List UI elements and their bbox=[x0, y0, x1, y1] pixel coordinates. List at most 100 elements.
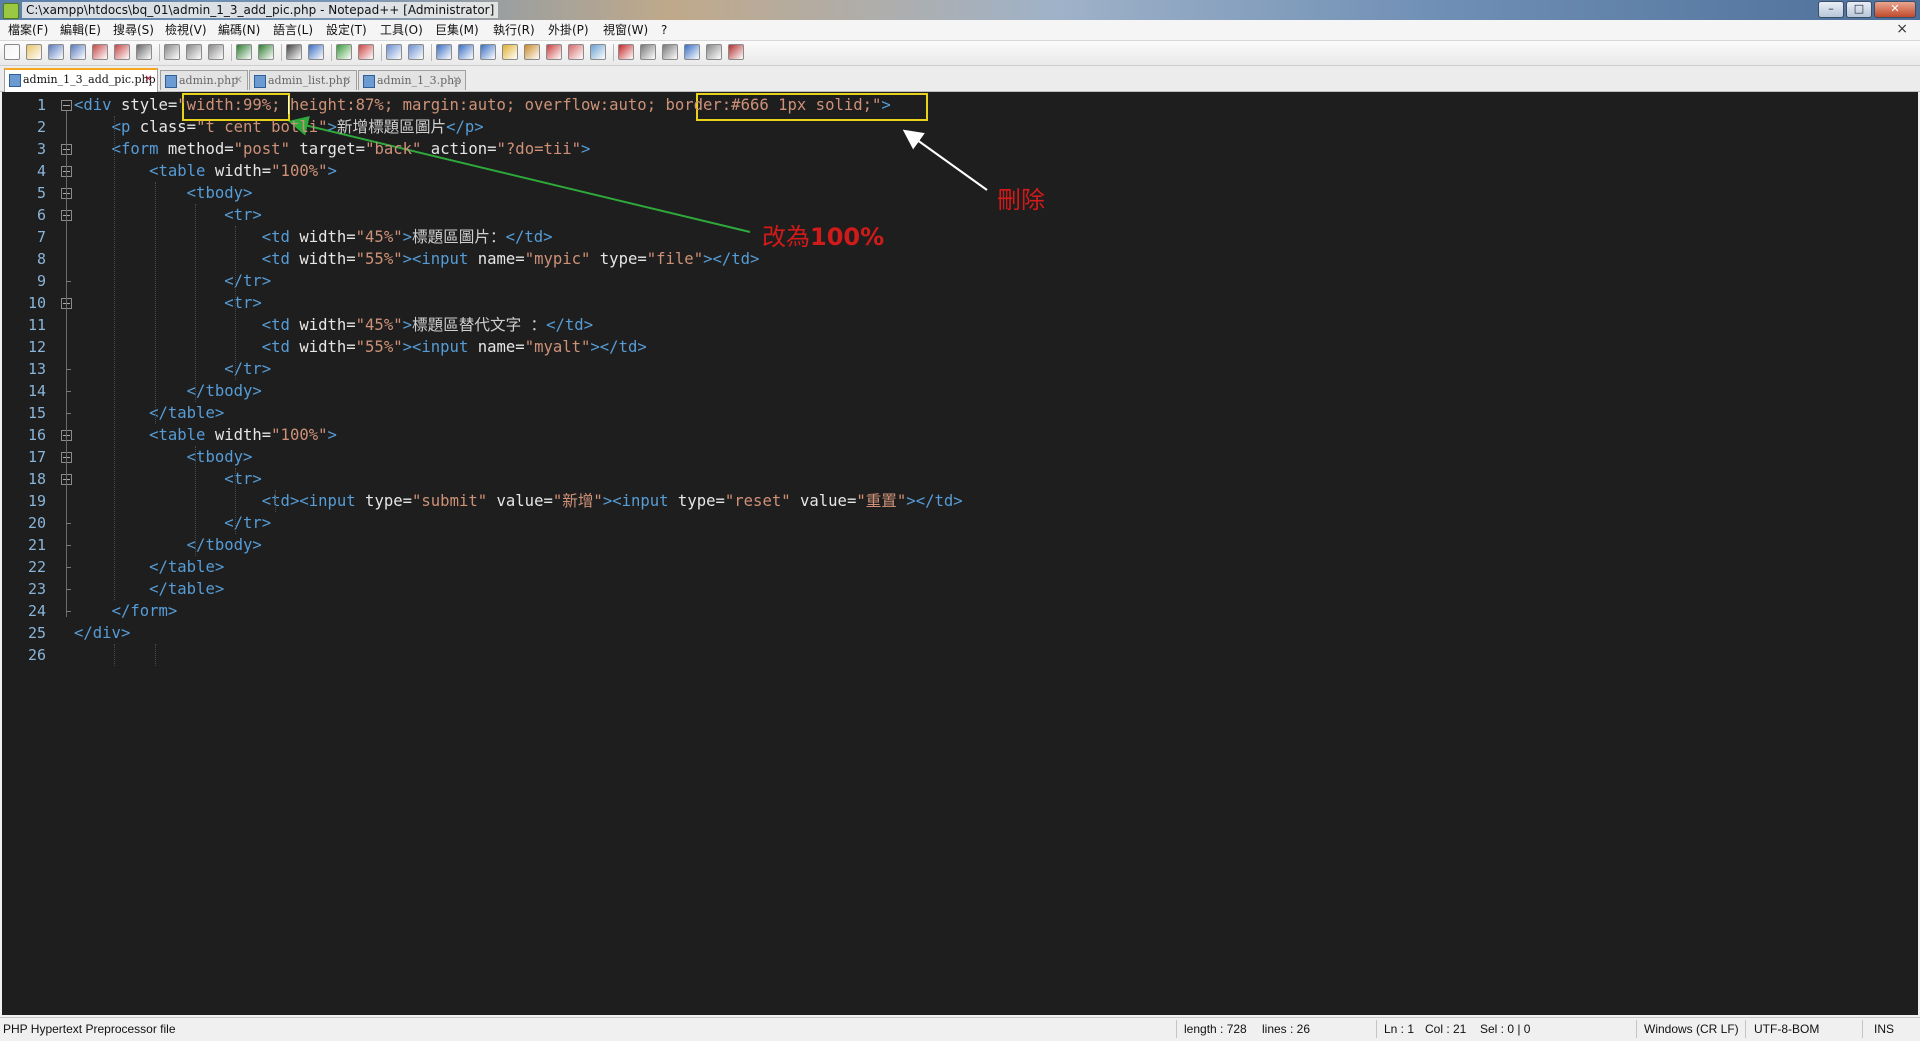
close-icon[interactable] bbox=[92, 44, 108, 60]
code-editor[interactable]: 刪除 改為100% 1 <div style="width:99%; height… bbox=[2, 92, 1918, 1015]
code-line[interactable]: <td width="45%">標題區圖片：</td> bbox=[74, 226, 553, 248]
code-line[interactable]: <p class="t cent botli">新增標題區圖片</p> bbox=[74, 116, 484, 138]
run-macro-multiple-icon[interactable] bbox=[684, 44, 700, 60]
tab-admin-1-3-add-pic[interactable]: admin_1_3_add_pic.php ✕ bbox=[4, 68, 158, 92]
code-line[interactable]: <td width="55%"><input name="mypic" type… bbox=[74, 248, 760, 270]
code-line[interactable]: <tbody> bbox=[74, 182, 253, 204]
paste-icon[interactable] bbox=[208, 44, 224, 60]
code-line[interactable]: <td width="45%">標題區替代文字 ：</td> bbox=[74, 314, 593, 336]
code-line[interactable]: </tr> bbox=[74, 512, 271, 534]
spellcheck-icon[interactable] bbox=[728, 44, 744, 60]
annotation-delete: 刪除 bbox=[997, 186, 1045, 214]
indent-guide bbox=[235, 226, 236, 380]
close-all-icon[interactable] bbox=[114, 44, 130, 60]
indent-guide bbox=[235, 468, 236, 534]
redo-icon[interactable] bbox=[258, 44, 274, 60]
code-line[interactable]: <td width="55%"><input name="myalt"></td… bbox=[74, 336, 647, 358]
show-all-chars-icon[interactable] bbox=[458, 44, 474, 60]
status-eol: Windows (CR LF) bbox=[1644, 1022, 1739, 1036]
code-line[interactable]: <tr> bbox=[74, 468, 262, 490]
play-macro-icon[interactable] bbox=[662, 44, 678, 60]
menu-bar: 檔案(F) 編輯(E) 搜尋(S) 檢視(V) 編碼(N) 語言(L) 設定(T… bbox=[0, 20, 1920, 41]
line-number: 19 bbox=[27, 492, 46, 510]
stop-macro-icon[interactable] bbox=[640, 44, 656, 60]
code-line[interactable]: </tbody> bbox=[74, 380, 262, 402]
indent-guide bbox=[114, 116, 115, 600]
close-document-icon[interactable]: × bbox=[1896, 21, 1908, 37]
doc-map-icon[interactable] bbox=[524, 44, 540, 60]
code-line[interactable]: </table> bbox=[74, 578, 224, 600]
fold-toggle-icon[interactable] bbox=[61, 100, 72, 111]
folder-as-workspace-icon[interactable] bbox=[568, 44, 584, 60]
menu-help[interactable]: ? bbox=[658, 22, 670, 38]
code-line[interactable]: </tbody> bbox=[74, 534, 262, 556]
sync-h-icon[interactable] bbox=[408, 44, 424, 60]
print-icon[interactable] bbox=[136, 44, 152, 60]
menu-file[interactable]: 檔案(F) bbox=[5, 22, 51, 38]
code-line[interactable]: <tr> bbox=[74, 204, 262, 226]
code-line[interactable]: </div> bbox=[74, 622, 130, 644]
replace-icon[interactable] bbox=[308, 44, 324, 60]
code-line[interactable]: </tr> bbox=[74, 358, 271, 380]
code-line[interactable]: <td><input type="submit" value="新增"><inp… bbox=[74, 490, 963, 512]
menu-search[interactable]: 搜尋(S) bbox=[110, 22, 157, 38]
monitor-icon[interactable] bbox=[590, 44, 606, 60]
copy-icon[interactable] bbox=[186, 44, 202, 60]
save-icon[interactable] bbox=[48, 44, 64, 60]
tab-close-icon[interactable]: ✕ bbox=[233, 75, 244, 86]
udl-icon[interactable] bbox=[502, 44, 518, 60]
code-line[interactable]: <tbody> bbox=[74, 446, 253, 468]
fold-margin-line bbox=[66, 111, 67, 617]
tab-close-icon[interactable]: ✕ bbox=[342, 75, 353, 86]
status-encoding: UTF-8-BOM bbox=[1754, 1022, 1820, 1036]
tab-admin-list[interactable]: admin_list.php ✕ bbox=[249, 70, 357, 90]
tab-close-icon[interactable]: ✕ bbox=[143, 74, 154, 85]
menu-window[interactable]: 視窗(W) bbox=[600, 22, 651, 38]
code-line[interactable]: </tr> bbox=[74, 270, 271, 292]
code-line[interactable]: <tr> bbox=[74, 292, 262, 314]
status-bar: PHP Hypertext Preprocessor file length :… bbox=[0, 1017, 1920, 1041]
tab-admin[interactable]: admin.php ✕ bbox=[160, 70, 248, 90]
cut-icon[interactable] bbox=[164, 44, 180, 60]
menu-settings[interactable]: 設定(T) bbox=[323, 22, 370, 38]
code-line[interactable]: <div style="width:99%; height:87%; margi… bbox=[74, 94, 891, 116]
toolbar bbox=[0, 41, 1920, 66]
maximize-button[interactable]: □ bbox=[1846, 1, 1872, 18]
indent-guide-icon[interactable] bbox=[480, 44, 496, 60]
zoom-in-icon[interactable] bbox=[336, 44, 352, 60]
status-length: length : 728 bbox=[1184, 1022, 1247, 1036]
save-all-icon[interactable] bbox=[70, 44, 86, 60]
tab-close-icon[interactable]: ✕ bbox=[451, 75, 462, 86]
menu-edit[interactable]: 編輯(E) bbox=[57, 22, 104, 38]
undo-icon[interactable] bbox=[236, 44, 252, 60]
sync-v-icon[interactable] bbox=[386, 44, 402, 60]
tab-admin-1-3[interactable]: admin_1_3.php ✕ bbox=[358, 70, 466, 90]
open-file-icon[interactable] bbox=[26, 44, 42, 60]
menu-macro[interactable]: 巨集(M) bbox=[432, 22, 482, 38]
menu-plugins[interactable]: 外掛(P) bbox=[545, 22, 592, 38]
find-icon[interactable] bbox=[286, 44, 302, 60]
menu-view[interactable]: 檢視(V) bbox=[162, 22, 210, 38]
menu-language[interactable]: 語言(L) bbox=[270, 22, 316, 38]
php-file-icon bbox=[363, 75, 375, 88]
code-line[interactable]: </form> bbox=[74, 600, 178, 622]
record-macro-icon[interactable] bbox=[618, 44, 634, 60]
new-file-icon[interactable] bbox=[4, 44, 20, 60]
code-line[interactable]: </table> bbox=[74, 402, 224, 424]
minimize-button[interactable]: – bbox=[1818, 1, 1844, 18]
menu-tools[interactable]: 工具(O) bbox=[377, 22, 426, 38]
save-macro-icon[interactable] bbox=[706, 44, 722, 60]
zoom-out-icon[interactable] bbox=[358, 44, 374, 60]
code-line[interactable]: </table> bbox=[74, 556, 224, 578]
line-number: 10 bbox=[27, 294, 46, 312]
word-wrap-icon[interactable] bbox=[436, 44, 452, 60]
toolbar-separator bbox=[381, 44, 382, 61]
close-window-button[interactable]: ✕ bbox=[1874, 1, 1916, 18]
menu-encoding[interactable]: 編碼(N) bbox=[215, 22, 263, 38]
menu-run[interactable]: 執行(R) bbox=[490, 22, 538, 38]
notepadpp-app-icon bbox=[3, 3, 19, 19]
window-controls: – □ ✕ bbox=[1818, 1, 1916, 18]
code-line[interactable]: <form method="post" target="back" action… bbox=[74, 138, 591, 160]
tab-label: admin_1_3.php bbox=[377, 74, 462, 87]
function-list-icon[interactable] bbox=[546, 44, 562, 60]
